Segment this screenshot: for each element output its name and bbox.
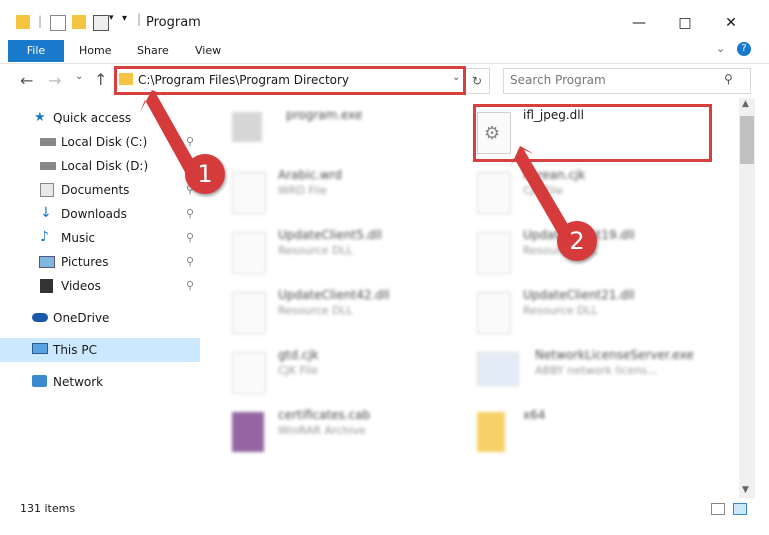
arrow-2 xyxy=(509,146,570,234)
annotation-arrows xyxy=(140,90,570,234)
step-badge-1: 1 xyxy=(185,154,225,194)
step-badge-2: 2 xyxy=(557,221,597,261)
